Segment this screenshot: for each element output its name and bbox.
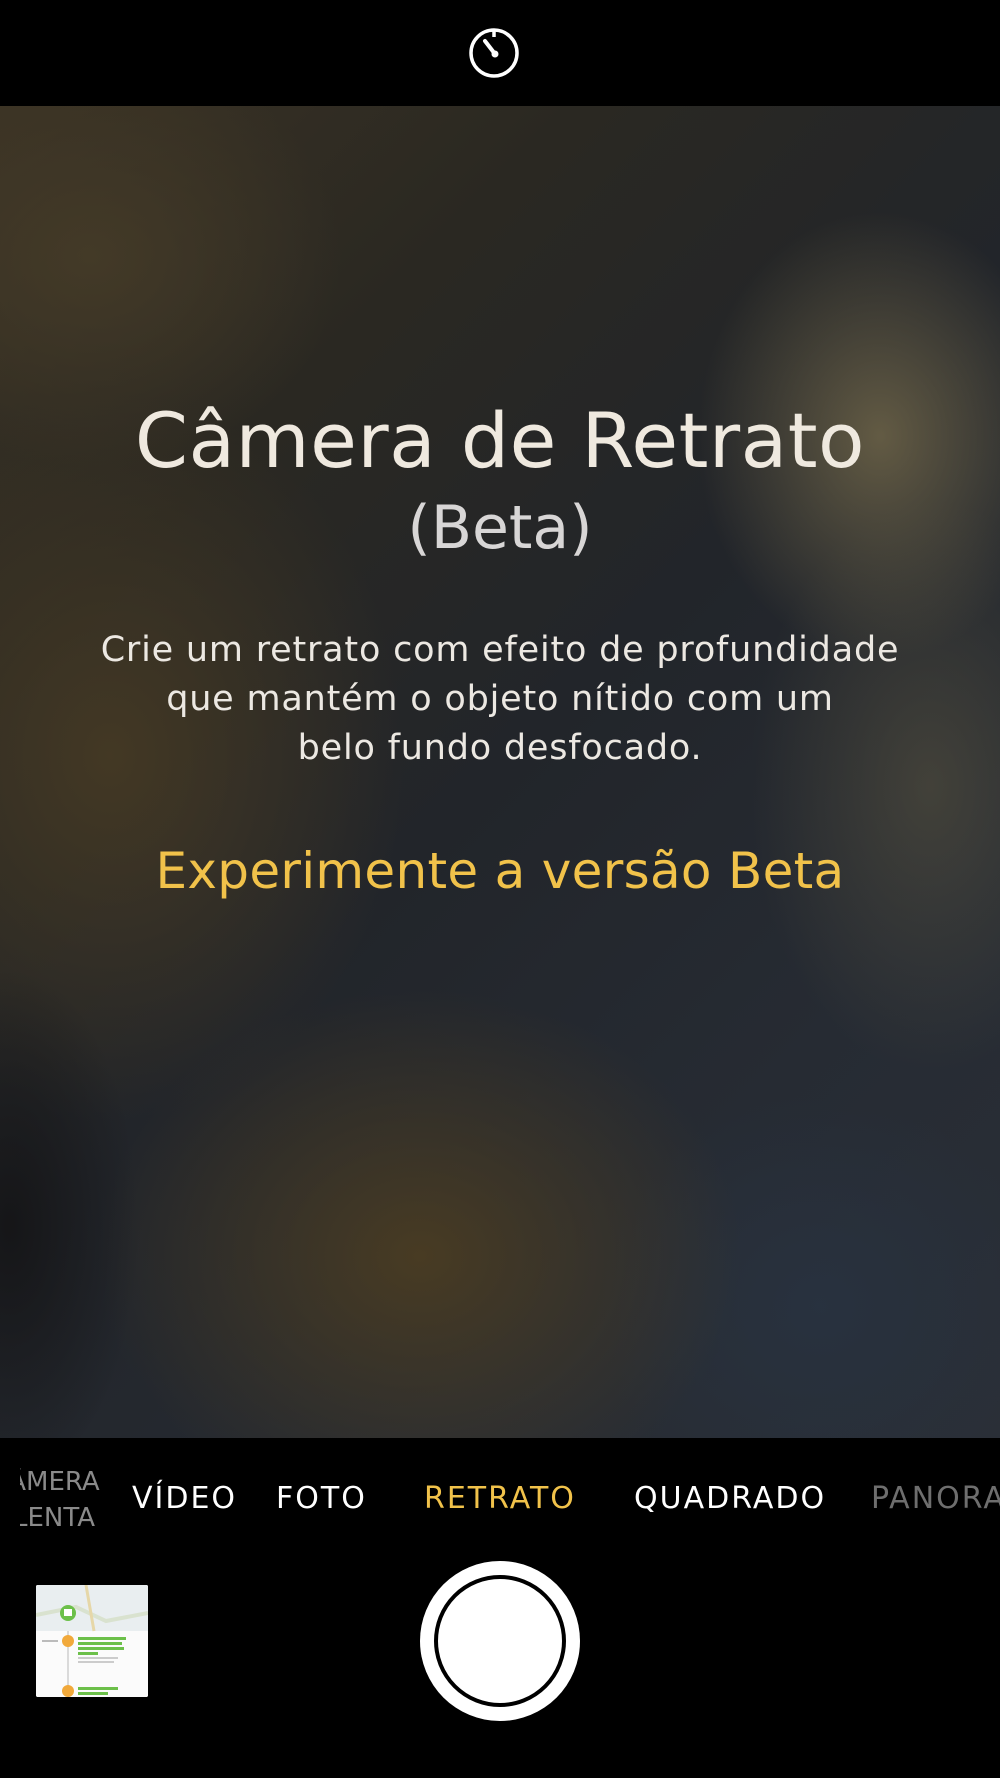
mode-portrait[interactable]: RETRATO (424, 1481, 576, 1517)
timer-icon (469, 28, 519, 78)
mode-slow-motion-line2: LENTA (20, 1503, 95, 1533)
portrait-description: Crie um retrato com efeito de profundida… (60, 626, 940, 773)
last-photo-thumbnail[interactable] (36, 1585, 148, 1697)
description-line: belo fundo desfocado. (297, 728, 703, 768)
timer-button[interactable] (467, 26, 521, 80)
thumbnail-image (36, 1585, 148, 1697)
mode-photo[interactable]: FOTO (276, 1481, 367, 1517)
portrait-title: Câmera de Retrato (134, 396, 866, 485)
mode-square[interactable]: QUADRADO (634, 1481, 826, 1517)
mode-slow-motion-line1: ÂMERA (20, 1467, 100, 1497)
camera-viewfinder[interactable]: Câmera de Retrato (Beta) Crie um retrato… (0, 106, 1000, 1438)
description-line: que mantém o objeto nítido com um (166, 679, 834, 719)
mode-panorama[interactable]: PANORA (871, 1481, 1000, 1517)
portrait-subtitle: (Beta) (407, 493, 593, 563)
try-beta-button[interactable]: Experimente a versão Beta (0, 841, 1000, 901)
top-bar (0, 0, 1000, 106)
viewfinder-blur (0, 966, 140, 1438)
shutter-button[interactable] (420, 1561, 580, 1721)
mode-video[interactable]: VÍDEO (132, 1481, 237, 1517)
description-line: Crie um retrato com efeito de profundida… (100, 630, 900, 670)
camera-mode-selector: ÂMERA LENTA VÍDEO FOTO RETRATO QUADRADO … (0, 1438, 1000, 1558)
bottom-bar (0, 1558, 1000, 1778)
mode-slow-motion[interactable]: ÂMERA LENTA (20, 1464, 100, 1536)
